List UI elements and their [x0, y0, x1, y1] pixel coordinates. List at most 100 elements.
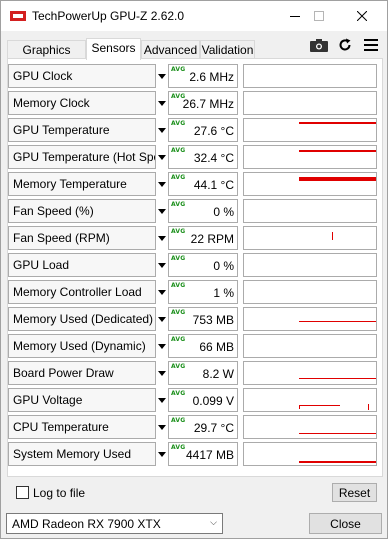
- sensor-value: 4417 MB: [185, 448, 234, 462]
- sensor-value-box[interactable]: AVG 8.2 W: [168, 361, 238, 385]
- sensor-value: 8.2 W: [202, 367, 234, 381]
- sensor-dropdown-arrow-icon[interactable]: [156, 172, 168, 196]
- refresh-button[interactable]: [337, 37, 353, 53]
- graph-line-segment: [299, 433, 376, 434]
- sensor-value-box[interactable]: AVG 32.4 °C: [168, 145, 238, 169]
- sensor-name: Board Power Draw: [8, 361, 156, 385]
- close-button[interactable]: Close: [309, 513, 382, 534]
- tab-sensors[interactable]: Sensors: [86, 38, 141, 60]
- minimize-icon: [290, 16, 300, 17]
- window-title: TechPowerUp GPU-Z 2.62.0: [32, 9, 185, 23]
- sensor-history-graph: [243, 388, 377, 412]
- graph-line-segment: [299, 177, 376, 181]
- tab-graphics-card[interactable]: Graphics Card: [7, 40, 86, 71]
- sensor-value-box[interactable]: AVG 26.7 MHz: [168, 91, 238, 115]
- screenshot-button[interactable]: [310, 37, 328, 53]
- avg-badge: AVG: [171, 363, 186, 370]
- sensor-row-board-power-draw: Board Power Draw AVG 8.2 W: [8, 361, 382, 385]
- avg-badge: AVG: [171, 444, 186, 451]
- close-window-button[interactable]: [347, 1, 377, 31]
- sensor-dropdown-arrow-icon[interactable]: [156, 442, 168, 466]
- sensor-dropdown-arrow-icon[interactable]: [156, 64, 168, 88]
- tab-validation[interactable]: Validation: [200, 40, 255, 59]
- avg-badge: AVG: [171, 228, 186, 235]
- avg-badge: AVG: [171, 255, 186, 262]
- sensor-value-box[interactable]: AVG 2.6 MHz: [168, 64, 238, 88]
- gpu-select-dropdown[interactable]: AMD Radeon RX 7900 XTX ⌵: [6, 513, 223, 534]
- reset-button[interactable]: Reset: [332, 483, 377, 502]
- sensor-history-graph: [243, 415, 377, 439]
- sensor-row-gpu-clock: GPU Clock AVG 2.6 MHz: [8, 64, 382, 88]
- sensor-history-graph: [243, 442, 377, 466]
- graph-line-segment: [299, 461, 376, 463]
- avg-badge: AVG: [171, 66, 186, 73]
- sensor-dropdown-arrow-icon[interactable]: [156, 334, 168, 358]
- graph-trace: [299, 378, 376, 379]
- menu-button[interactable]: [363, 37, 379, 53]
- sensor-dropdown-arrow-icon[interactable]: [156, 91, 168, 115]
- avg-badge: AVG: [171, 390, 186, 397]
- sensor-value: 753 MB: [192, 313, 234, 327]
- log-to-file-checkbox[interactable]: [16, 486, 29, 499]
- sensor-row-cpu-temperature: CPU Temperature AVG 29.7 °C: [8, 415, 382, 439]
- title-bar: TechPowerUp GPU-Z 2.62.0: [1, 1, 387, 31]
- sensor-value-box[interactable]: AVG 4417 MB: [168, 442, 238, 466]
- sensor-dropdown-arrow-icon[interactable]: [156, 226, 168, 250]
- sensor-dropdown-arrow-icon[interactable]: [156, 253, 168, 277]
- sensor-row-fan-speed-rpm: Fan Speed (RPM) AVG 22 RPM: [8, 226, 382, 250]
- sensor-value-box[interactable]: AVG 22 RPM: [168, 226, 238, 250]
- gpu-z-app-icon: [10, 11, 26, 21]
- sensor-dropdown-arrow-icon[interactable]: [156, 415, 168, 439]
- sensor-value: 0 %: [213, 259, 234, 273]
- graph-trace: [244, 200, 376, 222]
- sensor-name: Memory Controller Load: [8, 280, 156, 304]
- graph-trace: [299, 150, 376, 152]
- sensor-value-box[interactable]: AVG 27.6 °C: [168, 118, 238, 142]
- graph-trace: [299, 461, 376, 463]
- sensor-dropdown-arrow-icon[interactable]: [156, 199, 168, 223]
- graph-trace: [299, 433, 376, 434]
- sensor-row-gpu-temperature: GPU Temperature AVG 27.6 °C: [8, 118, 382, 142]
- sensor-value-box[interactable]: AVG 66 MB: [168, 334, 238, 358]
- sensor-value-box[interactable]: AVG 0 %: [168, 253, 238, 277]
- sensor-dropdown-arrow-icon[interactable]: [156, 361, 168, 385]
- sensor-value-box[interactable]: AVG 29.7 °C: [168, 415, 238, 439]
- sensor-dropdown-arrow-icon[interactable]: [156, 145, 168, 169]
- chevron-down-icon: ⌵: [210, 517, 217, 527]
- sensor-value: 44.1 °C: [193, 178, 234, 192]
- avg-badge: AVG: [171, 201, 186, 208]
- maximize-button[interactable]: [304, 1, 334, 31]
- sensor-value-box[interactable]: AVG 1 %: [168, 280, 238, 304]
- avg-badge: AVG: [171, 309, 186, 316]
- sensor-value: 22 RPM: [190, 232, 234, 246]
- sensor-value-box[interactable]: AVG 44.1 °C: [168, 172, 238, 196]
- tab-advanced[interactable]: Advanced: [141, 40, 200, 59]
- graph-line-segment: [299, 405, 300, 409]
- sensor-name: Memory Temperature: [8, 172, 156, 196]
- sensor-dropdown-arrow-icon[interactable]: [156, 118, 168, 142]
- sensor-name: GPU Temperature: [8, 118, 156, 142]
- sensor-name: Memory Used (Dynamic): [8, 334, 156, 358]
- graph-trace: [299, 404, 369, 410]
- log-to-file-label: Log to file: [33, 486, 86, 500]
- sensor-value-box[interactable]: AVG 753 MB: [168, 307, 238, 331]
- graph-trace: [244, 254, 376, 276]
- sensor-dropdown-arrow-icon[interactable]: [156, 307, 168, 331]
- sensor-dropdown-arrow-icon[interactable]: [156, 388, 168, 412]
- graph-line-segment: [299, 122, 376, 124]
- graph-line-segment: [299, 405, 340, 406]
- graph-trace: [244, 92, 376, 114]
- sensor-value: 66 MB: [199, 340, 234, 354]
- sensor-value-box[interactable]: AVG 0.099 V: [168, 388, 238, 412]
- sensor-history-graph: [243, 64, 377, 88]
- sensor-value: 0 %: [213, 205, 234, 219]
- graph-line-segment: [299, 150, 376, 152]
- sensor-value: 1 %: [213, 286, 234, 300]
- sensor-name: System Memory Used: [8, 442, 156, 466]
- graph-trace: [244, 335, 376, 357]
- sensor-dropdown-arrow-icon[interactable]: [156, 280, 168, 304]
- sensor-value-box[interactable]: AVG 0 %: [168, 199, 238, 223]
- close-icon: [357, 11, 367, 21]
- sensor-history-graph: [243, 172, 377, 196]
- avg-badge: AVG: [171, 120, 186, 127]
